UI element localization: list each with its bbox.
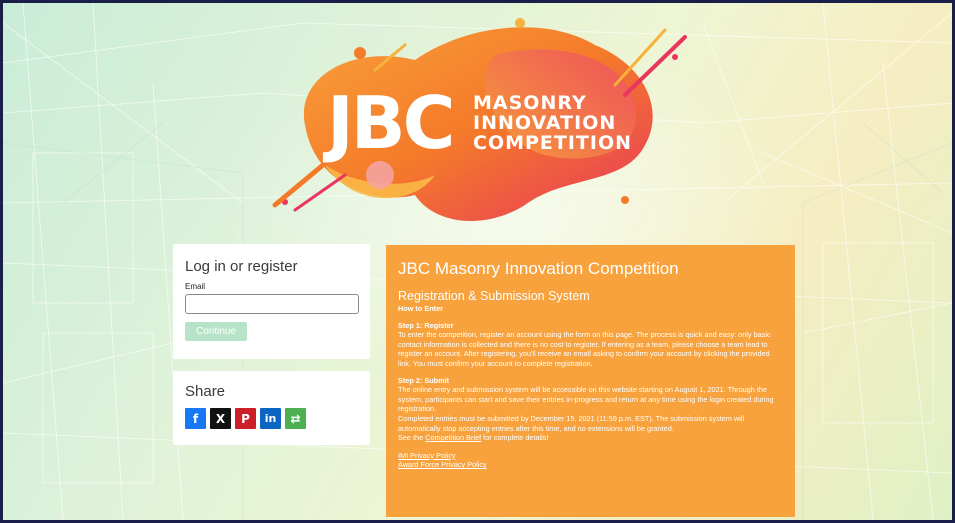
how-to-enter-heading: How to Enter xyxy=(398,304,443,313)
continue-button[interactable]: Continue xyxy=(185,322,247,341)
login-card: Log in or register Email Continue xyxy=(173,244,370,359)
step1-heading: Step 1: Register xyxy=(398,320,454,330)
share-title: Share xyxy=(185,383,226,400)
logo-line-innovation: INNOVATION xyxy=(473,112,617,134)
deadline-text: Completed entries must be submitted by D… xyxy=(398,413,745,433)
logo-jbc-text: JBC xyxy=(327,81,456,165)
facebook-icon[interactable]: f xyxy=(185,408,206,429)
imi-privacy-link[interactable]: IMI Privacy Policy xyxy=(398,451,456,460)
brief-suffix: for complete details! xyxy=(481,433,549,443)
info-subtitle: Registration & Submission System xyxy=(398,289,590,303)
jbc-logo: JBC MASONRY INNOVATION COMPETITION xyxy=(265,15,705,240)
info-title: JBC Masonry Innovation Competition xyxy=(398,259,679,278)
award-force-privacy-link[interactable]: Award Force Privacy Policy xyxy=(398,460,487,469)
share-buttons: f X P in ⇄ xyxy=(185,408,358,429)
step2-section: Step 2: Submit The online entry and subm… xyxy=(398,376,783,414)
more-share-icon[interactable]: ⇄ xyxy=(285,408,306,429)
step1-section: Step 1: Register To enter the competitio… xyxy=(398,321,783,369)
page-background: JBC MASONRY INNOVATION COMPETITION Log i… xyxy=(3,3,952,520)
competition-brief-link[interactable]: Competition Brief xyxy=(425,433,481,442)
email-label: Email xyxy=(185,282,206,291)
logo-subtitle: MASONRY INNOVATION COMPETITION xyxy=(473,93,632,153)
linkedin-icon[interactable]: in xyxy=(260,408,281,429)
privacy-links: IMI Privacy Policy Award Force Privacy P… xyxy=(398,451,783,470)
logo-line-masonry: MASONRY xyxy=(473,92,587,114)
pinterest-icon[interactable]: P xyxy=(235,408,256,429)
email-field[interactable] xyxy=(185,294,359,314)
step2-heading: Step 2: Submit xyxy=(398,375,450,385)
brief-prefix: See the xyxy=(398,433,426,443)
info-panel: JBC Masonry Innovation Competition Regis… xyxy=(386,245,795,517)
x-icon[interactable]: X xyxy=(210,408,231,429)
share-card: Share f X P in ⇄ xyxy=(173,371,370,445)
brief-line: See the Competition Brief for complete d… xyxy=(398,433,783,443)
login-title: Log in or register xyxy=(185,258,298,275)
logo-line-competition: COMPETITION xyxy=(473,132,633,154)
step1-text: To enter the competition, register an ac… xyxy=(398,330,771,368)
step2-text: The online entry and submission system w… xyxy=(398,385,774,414)
